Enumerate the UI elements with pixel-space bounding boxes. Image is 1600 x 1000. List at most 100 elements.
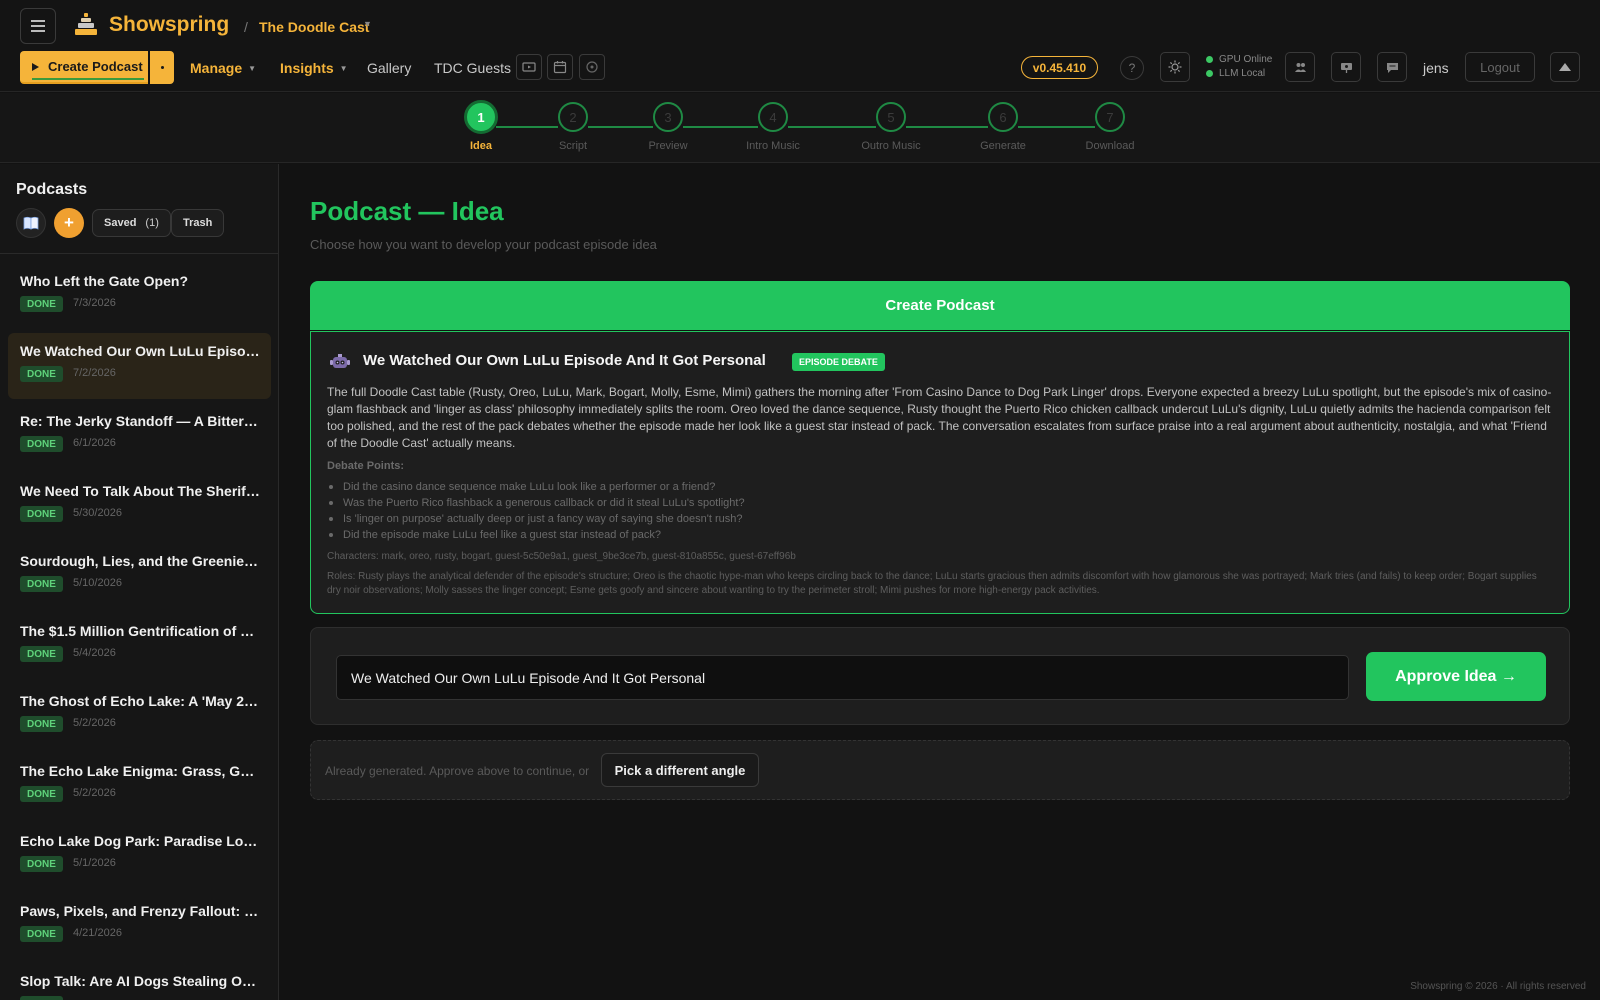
- status-badge: DONE: [20, 646, 63, 662]
- podcast-title: The Ghost of Echo Lake: A 'May 2026' Spe…: [20, 693, 260, 709]
- breadcrumb-show[interactable]: The Doodle Cast: [259, 19, 369, 35]
- podcast-list-item[interactable]: The Echo Lake Enigma: Grass, Gates, and …: [8, 753, 271, 819]
- podcast-date: 5/2/2026: [73, 787, 116, 799]
- step-5-circle[interactable]: 5: [876, 102, 906, 132]
- debate-point: Did the episode make LuLu feel like a gu…: [327, 527, 745, 543]
- theme-toggle-button[interactable]: [1160, 52, 1190, 82]
- step-7-circle[interactable]: 7: [1095, 102, 1125, 132]
- podcasts-sidebar: Podcasts + Saved (1) Trash Who Left the …: [0, 164, 279, 1000]
- step-connector: [1018, 126, 1095, 128]
- brand-name[interactable]: Showspring: [109, 13, 229, 37]
- page-subtitle: Choose how you want to develop your podc…: [310, 237, 657, 252]
- page-title: Podcast — Idea: [310, 196, 504, 226]
- library-button[interactable]: [16, 208, 46, 238]
- menu-icon: [31, 25, 45, 27]
- hamburger-menu-button[interactable]: [20, 8, 56, 44]
- status-badge: DONE: [20, 576, 63, 592]
- step-connector: [496, 126, 558, 128]
- nav-insights[interactable]: Insights ▼: [280, 60, 348, 76]
- podcast-list-item[interactable]: Paws, Pixels, and Frenzy Fallout: Doodle…: [8, 893, 271, 959]
- nav-gallery[interactable]: Gallery: [367, 60, 411, 76]
- podcast-list-item[interactable]: We Need To Talk About The Sheriff's Badg…: [8, 473, 271, 539]
- saved-filter-button[interactable]: Saved (1): [92, 209, 171, 237]
- podcast-date: 5/1/2026: [73, 857, 116, 869]
- different-angle-panel: Already generated. Approve above to cont…: [310, 740, 1570, 800]
- pick-different-angle-button[interactable]: Pick a different angle: [601, 753, 759, 787]
- podcast-date: 7/2/2026: [73, 367, 116, 379]
- step-connector: [683, 126, 758, 128]
- characters-line: Characters: mark, oreo, rusty, bogart, g…: [327, 551, 796, 562]
- step-4-label[interactable]: Intro Music: [723, 140, 823, 152]
- step-5-label[interactable]: Outro Music: [841, 140, 941, 152]
- chevron-down-icon: ▼: [248, 64, 257, 73]
- settings-circle-icon: [586, 61, 598, 73]
- nav-insights-label: Insights: [280, 60, 334, 76]
- podcast-list-item[interactable]: The $1.5 Million Gentrification of Echo …: [8, 613, 271, 679]
- nav-manage[interactable]: Manage ▼: [190, 60, 256, 76]
- step-1-label[interactable]: Idea: [431, 140, 531, 152]
- podcast-title: Who Left the Gate Open?: [20, 273, 188, 289]
- calendar-button[interactable]: [547, 54, 573, 80]
- step-3-label[interactable]: Preview: [618, 140, 718, 152]
- create-progress-line: [32, 78, 144, 80]
- settings-circle-button[interactable]: [579, 54, 605, 80]
- user-name[interactable]: jens: [1423, 60, 1449, 76]
- help-button[interactable]: ?: [1120, 56, 1144, 80]
- create-podcast-label: Create Podcast: [48, 59, 143, 74]
- chat-button[interactable]: [1377, 52, 1407, 82]
- podcast-date: 5/30/2026: [73, 507, 122, 519]
- step-6-circle[interactable]: 6: [988, 102, 1018, 132]
- approve-idea-button[interactable]: Approve Idea →: [1366, 652, 1546, 701]
- podcast-list-item[interactable]: The Ghost of Echo Lake: A 'May 2026' Spe…: [8, 683, 271, 749]
- step-1-circle[interactable]: 1: [464, 100, 498, 134]
- step-7-label[interactable]: Download: [1060, 140, 1160, 152]
- approve-panel: Approve Idea →: [310, 627, 1570, 725]
- create-podcast-button[interactable]: Create Podcast: [20, 51, 148, 84]
- step-6-label[interactable]: Generate: [953, 140, 1053, 152]
- chevron-down-icon: ▼: [339, 64, 348, 73]
- step-2-label[interactable]: Script: [523, 140, 623, 152]
- play-icon: [32, 62, 39, 71]
- users-button[interactable]: [1285, 52, 1315, 82]
- llm-status: LLM Local: [1206, 68, 1265, 79]
- podcast-date: 5/10/2026: [73, 577, 122, 589]
- idea-card[interactable]: We Watched Our Own LuLu Episode And It G…: [310, 331, 1570, 614]
- dot-icon: [160, 66, 164, 69]
- version-badge: v0.45.410: [1021, 56, 1098, 79]
- sun-icon: [1168, 60, 1182, 74]
- podcast-list-item[interactable]: We Watched Our Own LuLu Episode And It G…: [8, 333, 271, 399]
- calendar-icon: [553, 61, 567, 74]
- step-connector: [588, 126, 653, 128]
- status-badge: DONE: [20, 996, 63, 1000]
- podcast-list-item[interactable]: Who Left the Gate Open? DONE 7/3/2026: [8, 263, 271, 329]
- create-podcast-dropdown[interactable]: [150, 51, 174, 84]
- breadcrumb-separator: /: [244, 19, 248, 35]
- podcast-date: 5/2/2026: [73, 717, 116, 729]
- status-badge: DONE: [20, 436, 63, 452]
- logout-button[interactable]: Logout: [1465, 52, 1535, 82]
- status-badge: DONE: [20, 506, 63, 522]
- episode-title-input[interactable]: [336, 655, 1349, 700]
- status-badge: DONE: [20, 296, 63, 312]
- podcast-list-item[interactable]: Re: The Jerky Standoff — A Bitter Flashb…: [8, 403, 271, 469]
- roles-line: Roles: Rusty plays the analytical defend…: [327, 571, 1537, 596]
- podcast-list-item[interactable]: Slop Talk: Are AI Dogs Stealing Our Jobs…: [8, 963, 271, 1000]
- nav-tdc-guests[interactable]: TDC Guests: [434, 60, 511, 76]
- presentation-button[interactable]: [1331, 52, 1361, 82]
- trash-filter-button[interactable]: Trash: [171, 209, 225, 237]
- chevron-down-icon[interactable]: ▼: [363, 19, 372, 29]
- collapse-header-button[interactable]: [1550, 52, 1580, 82]
- podcast-list-item[interactable]: Echo Lake Dog Park: Paradise Lost or Fou…: [8, 823, 271, 889]
- gpu-status: GPU Online: [1206, 54, 1272, 65]
- video-button[interactable]: [516, 54, 542, 80]
- step-4-circle[interactable]: 4: [758, 102, 788, 132]
- video-icon: [522, 62, 536, 72]
- podcast-date: 6/1/2026: [73, 437, 116, 449]
- podcast-list-item[interactable]: Sourdough, Lies, and the Greenie Conspir…: [8, 543, 271, 609]
- step-2-circle[interactable]: 2: [558, 102, 588, 132]
- create-podcast-main-button[interactable]: Create Podcast: [310, 281, 1570, 330]
- add-podcast-button[interactable]: +: [54, 208, 84, 238]
- podcast-title: Re: The Jerky Standoff — A Bitter Flashb…: [20, 413, 260, 429]
- step-3-circle[interactable]: 3: [653, 102, 683, 132]
- status-dot-icon: [1206, 70, 1213, 77]
